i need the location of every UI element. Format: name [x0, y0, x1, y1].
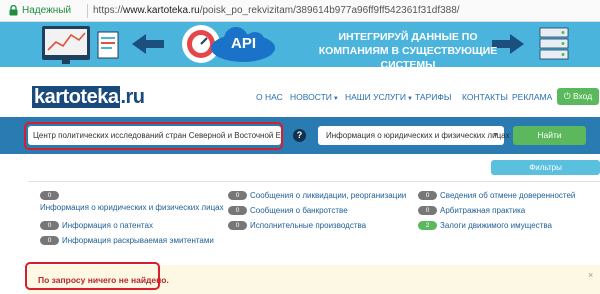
filters-button[interactable]: Фильтры	[491, 160, 600, 175]
nav-item-services[interactable]: НАШИ УСЛУГИ▼	[345, 92, 413, 102]
address-bar[interactable]: Надежный https://www.kartoteka.ru/poisk_…	[0, 0, 600, 22]
login-button[interactable]: ⏻ Вход	[557, 88, 599, 105]
caret-down-icon: ▼	[332, 96, 339, 102]
url-path: /poisk_po_rekvizitam/389614b977a96ff9ff5…	[199, 5, 460, 16]
divider	[28, 181, 600, 182]
filter-item[interactable]: 0 Арбитражная практика	[418, 206, 525, 216]
chevron-down-icon: ▼	[492, 132, 499, 139]
nav-item-contacts[interactable]: КОНТАКТЫ	[462, 92, 508, 102]
filter-item[interactable]: 0 Исполнительные производства	[228, 221, 366, 231]
filter-item-label[interactable]: Информация о юридических и физических ли…	[40, 203, 224, 213]
filter-item[interactable]: 2 Залоги движимого имущества	[418, 221, 552, 231]
main-nav: kartoteka .ru О НАС НОВОСТИ▼ НАШИ УСЛУГИ▼…	[0, 72, 600, 112]
count-badge: 0	[228, 221, 247, 231]
count-badge: 0	[40, 236, 59, 246]
banner-headline: ИНТЕГРИРУЙ ДАННЫЕ ПО КОМПАНИЯМ В СУЩЕСТВ…	[318, 31, 498, 67]
url-text[interactable]: https://www.kartoteka.ru/poisk_po_rekviz…	[93, 4, 460, 18]
banner-illustration	[42, 25, 569, 64]
count-badge: 0	[418, 191, 437, 201]
count-badge: 2	[418, 221, 437, 231]
nav-item-about[interactable]: О НАС	[256, 92, 283, 102]
power-icon: ⏻	[563, 91, 571, 101]
filter-item[interactable]: 0	[40, 191, 62, 201]
count-badge: 0	[40, 221, 59, 231]
filter-item[interactable]: 0 Сведения об отмене доверенностей	[418, 191, 575, 201]
annotation-highlight-message	[25, 262, 160, 290]
nav-item-news[interactable]: НОВОСТИ▼	[290, 92, 339, 102]
api-label: API	[231, 35, 257, 52]
lock-icon	[9, 5, 18, 16]
filter-item[interactable]: 0 Сообщения о банкротстве	[228, 206, 348, 216]
caret-down-icon: ▼	[407, 96, 413, 102]
secure-label: Надежный	[22, 5, 72, 16]
filter-item[interactable]: 0 Информация раскрываемая эмитентами	[40, 236, 214, 246]
logo-main: kartoteka	[32, 86, 121, 108]
nav-item-ads[interactable]: РЕКЛАМА	[512, 92, 552, 102]
find-button[interactable]: Найти	[513, 126, 586, 145]
site-logo[interactable]: kartoteka .ru	[32, 86, 145, 109]
logo-suffix: .ru	[120, 86, 145, 108]
help-icon[interactable]: ?	[293, 129, 306, 142]
nav-item-tariffs[interactable]: ТАРИФЫ	[415, 92, 451, 102]
ad-banner[interactable]: API ИНТЕГРИРУЙ ДАННЫЕ ПО КОМПАНИЯМ В СУЩ…	[0, 22, 600, 67]
count-badge: 0	[228, 206, 247, 216]
annotation-highlight-search	[24, 122, 283, 150]
count-badge: 0	[418, 206, 437, 216]
address-separator	[87, 4, 88, 18]
search-category-select[interactable]: Информация о юридических и физических ли…	[318, 126, 510, 145]
url-host: www.kartoteka.ru	[123, 5, 200, 16]
filter-item[interactable]: 0 Информация о патентах	[40, 221, 153, 231]
filter-item[interactable]: 0 Сообщения о ликвидации, реорганизации	[228, 191, 406, 201]
count-badge: 0	[40, 191, 59, 201]
count-badge: 0	[228, 191, 247, 201]
close-icon[interactable]: ×	[588, 270, 593, 280]
url-scheme: https://	[93, 5, 124, 16]
